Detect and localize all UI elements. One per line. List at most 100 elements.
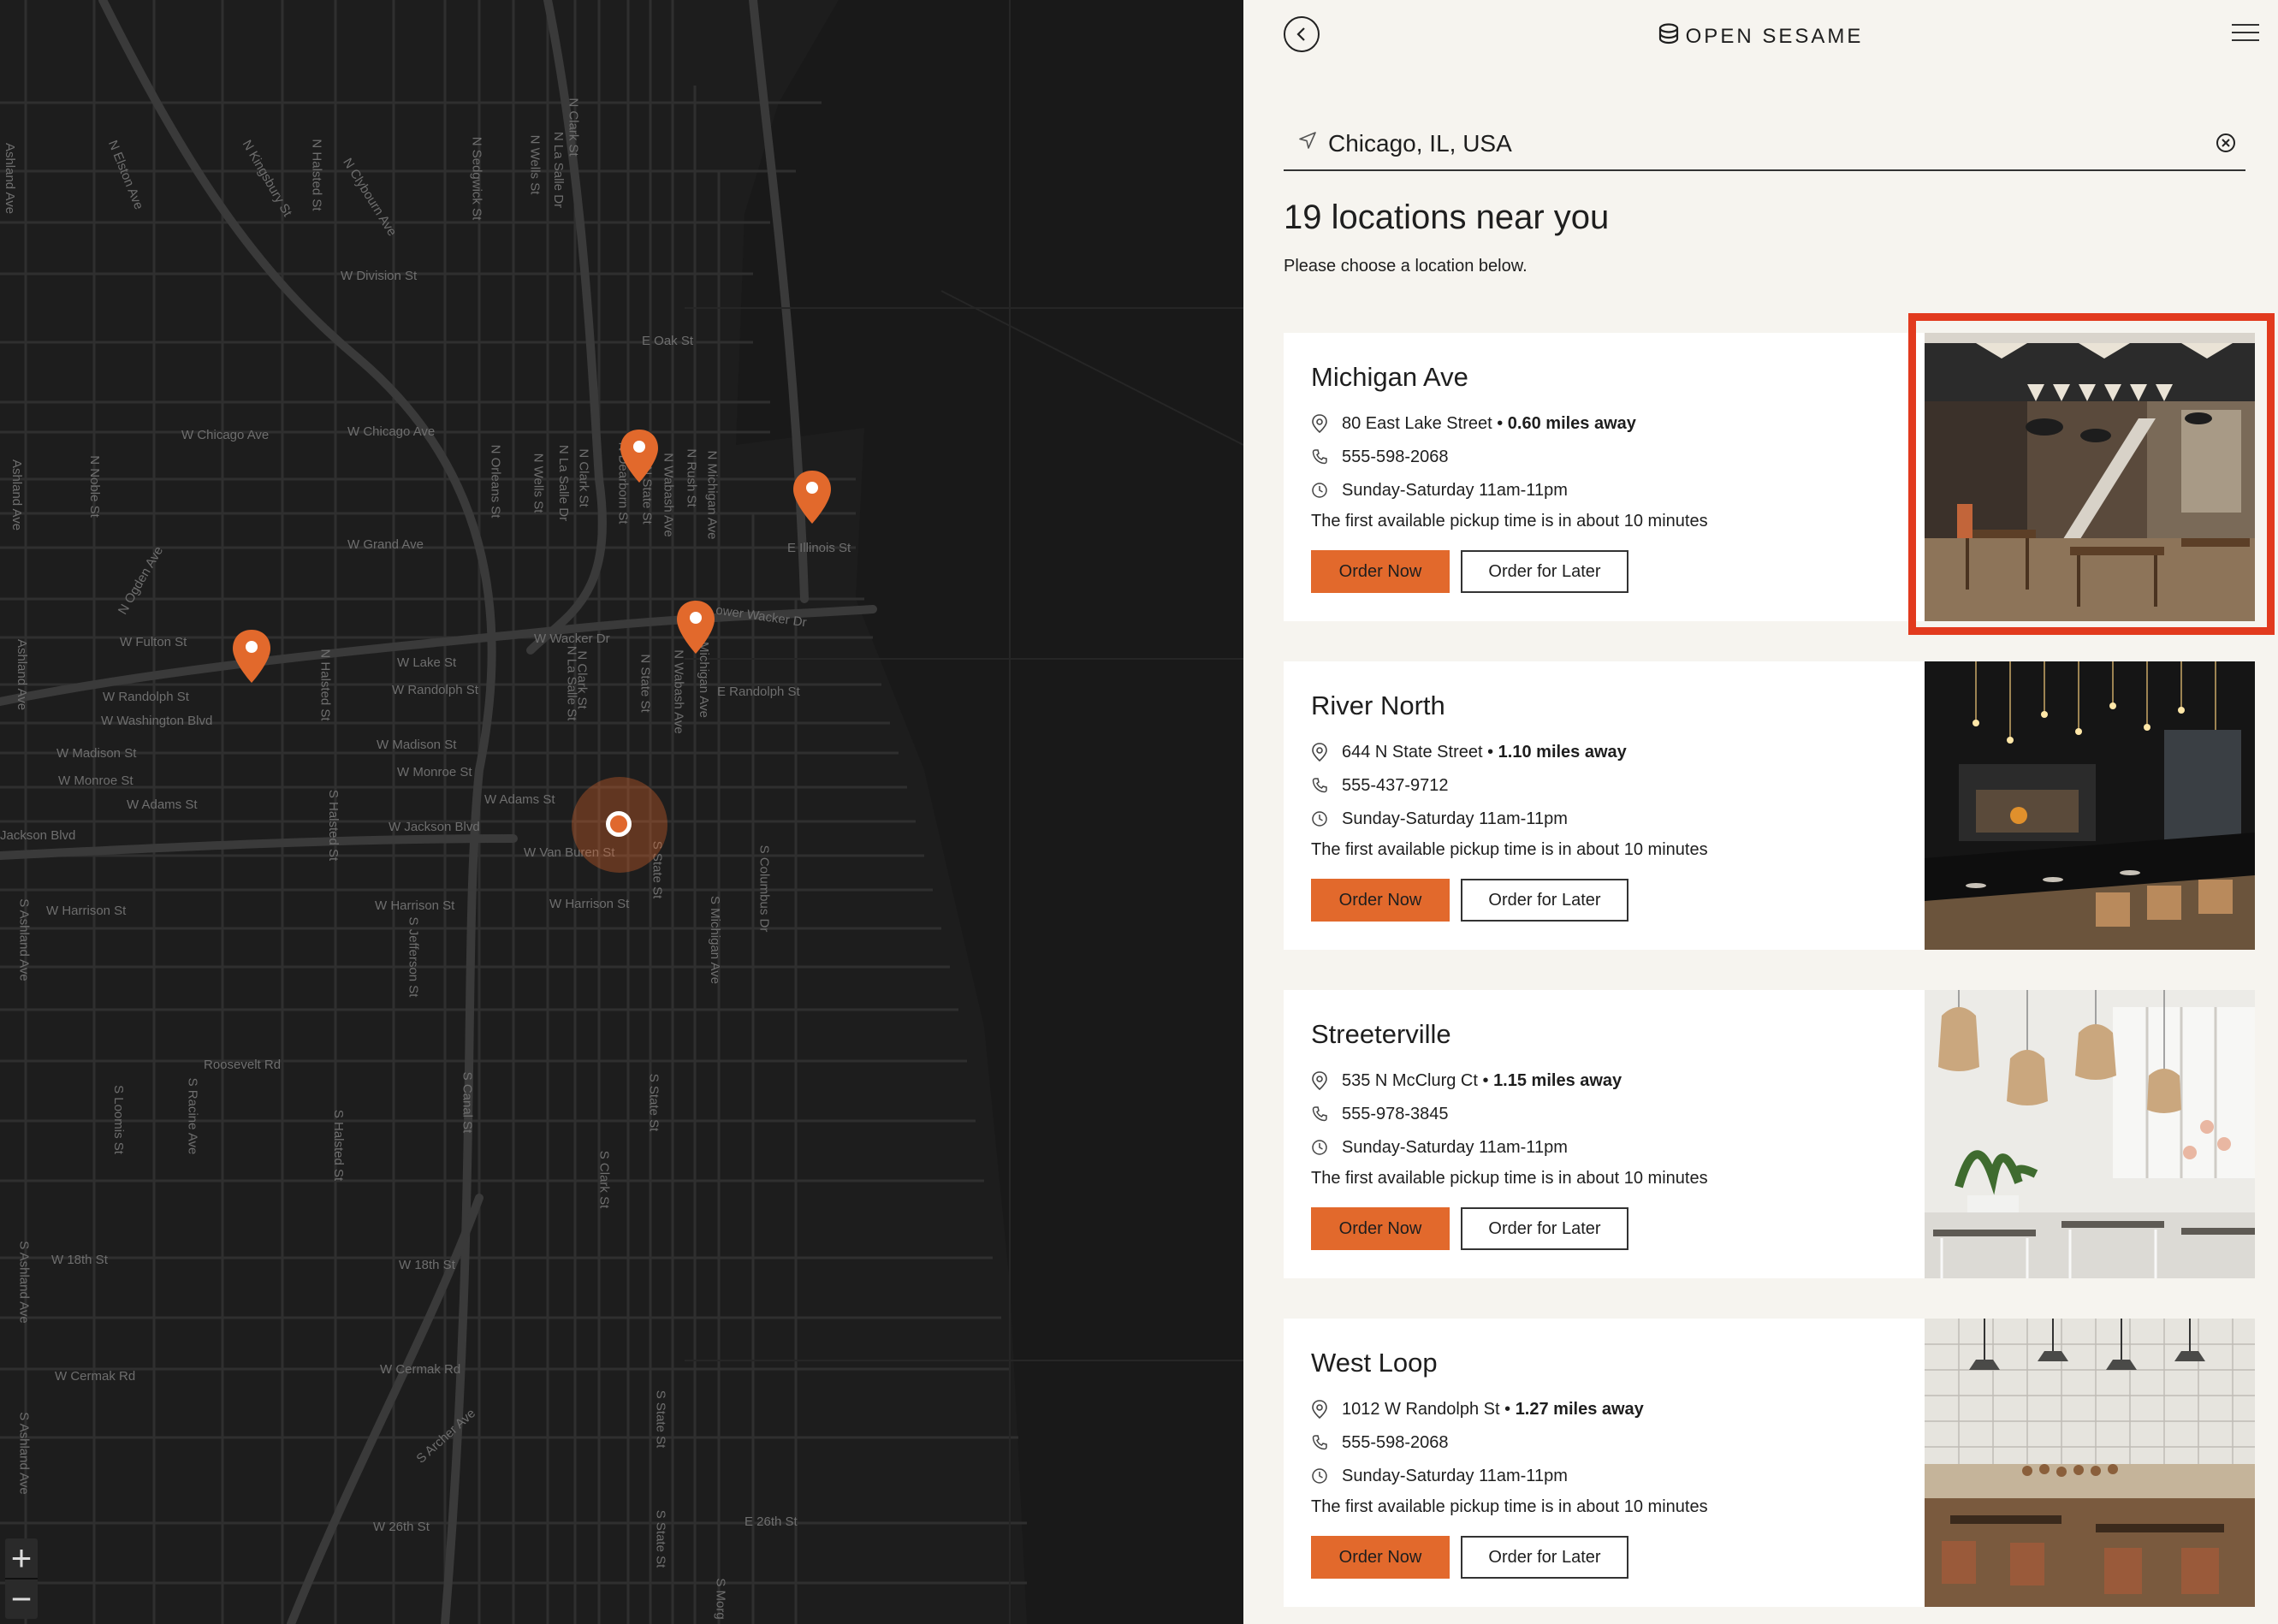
street-label: Ashland Ave: [3, 142, 18, 215]
map-pin-icon: [1312, 1400, 1327, 1419]
street-label: S Ashland Ave: [16, 1241, 32, 1324]
order-later-button[interactable]: Order for Later: [1461, 550, 1628, 593]
street-label: W Harrison St: [549, 897, 630, 911]
phone-icon: [1312, 1106, 1327, 1122]
street-label: W Randolph St: [392, 683, 478, 697]
map-pin-icon: [677, 601, 715, 654]
restaurant-interior-image: [1925, 333, 2255, 621]
hours-row: Sunday-Saturday 11am-11pm: [1311, 808, 1568, 830]
street-label: W Fulton St: [120, 635, 187, 649]
street-label: N Clark St: [566, 98, 581, 157]
menu-line: [2232, 24, 2259, 26]
locations-panel: OPEN SESAME 19 locations near you Please…: [1243, 0, 2278, 1624]
phone-icon: [1312, 1435, 1327, 1450]
location-search-input[interactable]: [1328, 127, 2184, 161]
order-now-button[interactable]: Order Now: [1311, 879, 1450, 922]
street-label: S Ashland Ave: [16, 1412, 32, 1495]
street-label: S Jefferson St: [406, 916, 421, 998]
order-now-button[interactable]: Order Now: [1311, 550, 1450, 593]
brand-logo[interactable]: OPEN SESAME: [1243, 23, 2278, 49]
street-label: W Madison St: [56, 746, 137, 761]
street-label: S Halsted St: [331, 1109, 347, 1182]
order-later-button[interactable]: Order for Later: [1461, 1207, 1628, 1250]
street-label: W Chicago Ave: [181, 428, 270, 442]
street-label: W 26th St: [373, 1520, 430, 1534]
street-label: W Jackson Blvd: [389, 820, 480, 834]
clear-search-icon[interactable]: [2215, 132, 2237, 154]
street-label: S Loomis St: [110, 1085, 126, 1154]
location-name: Streeterville: [1311, 1019, 1451, 1049]
map-view[interactable]: W Division St E Oak St W Chicago Ave W C…: [0, 0, 1243, 1624]
location-hours: Sunday-Saturday 11am-11pm: [1342, 1466, 1568, 1485]
street-label: S Canal St: [460, 1071, 475, 1134]
location-photo[interactable]: [1925, 333, 2255, 621]
street-label: W Monroe St: [58, 773, 133, 788]
street-label: W Wacker Dr: [534, 631, 610, 646]
location-card[interactable]: Michigan Ave 80 East Lake Street • 0.60 …: [1284, 333, 2255, 621]
clock-icon: [1312, 1140, 1327, 1155]
street-label: S Clark St: [596, 1150, 612, 1209]
street-label: S Morg: [713, 1578, 728, 1620]
location-phone: 555-437-9712: [1342, 775, 1449, 795]
location-address: 535 N McClurg Ct: [1342, 1070, 1478, 1090]
location-card[interactable]: West Loop 1012 W Randolph St • 1.27 mile…: [1284, 1319, 2255, 1607]
order-later-button[interactable]: Order for Later: [1461, 879, 1628, 922]
street-label: N Clark St: [576, 448, 591, 507]
street-label: N Wabash Ave: [671, 649, 686, 734]
order-now-button[interactable]: Order Now: [1311, 1207, 1450, 1250]
location-card[interactable]: River North 644 N State Street • 1.10 mi…: [1284, 661, 2255, 950]
location-pin-river-north[interactable]: [619, 428, 660, 484]
street-label: E Randolph St: [717, 685, 800, 699]
street-label: Ashland Ave: [9, 459, 25, 531]
location-phone: 555-598-2068: [1342, 1432, 1449, 1452]
sesame-logo-icon: [1658, 23, 1678, 44]
brand-name: OPEN SESAME: [1685, 25, 1864, 48]
street-label: S Michigan Ave: [708, 895, 723, 985]
street-label: E Oak St: [642, 334, 694, 348]
location-pin-west-loop[interactable]: [231, 628, 272, 685]
hours-row: Sunday-Saturday 11am-11pm: [1311, 1465, 1568, 1487]
restaurant-interior-image: [1925, 1319, 2255, 1607]
map-pin-icon: [793, 471, 831, 524]
navigation-arrow-icon: [1299, 132, 1316, 149]
street-label: N Wells St: [527, 134, 543, 195]
zoom-out-button[interactable]: −: [5, 1580, 38, 1619]
street-label: N La Salle Dr: [551, 131, 567, 209]
location-card[interactable]: Streeterville 535 N McClurg Ct • 1.15 mi…: [1284, 990, 2255, 1278]
address-row: 80 East Lake Street • 0.60 miles away: [1311, 412, 1636, 435]
street-label: W Grand Ave: [347, 537, 424, 552]
street-label: N Wells St: [531, 453, 546, 513]
location-pin-streeterville[interactable]: [792, 469, 833, 525]
current-location-dot: [606, 811, 632, 837]
location-photo[interactable]: [1925, 990, 2255, 1278]
address-row: 535 N McClurg Ct • 1.15 miles away: [1311, 1070, 1622, 1092]
street-label: W Cermak Rd: [55, 1369, 136, 1384]
map-pin-icon: [1312, 414, 1327, 433]
street-label: S State St: [653, 1390, 668, 1449]
location-distance: 0.60 miles away: [1507, 413, 1636, 433]
street-label: S Columbus Dr: [756, 845, 772, 933]
street-label: S Racine Ave: [185, 1077, 200, 1155]
street-label: W Washington Blvd: [101, 714, 213, 728]
location-address: 1012 W Randolph St: [1342, 1399, 1500, 1419]
street-label: N Clark St: [574, 650, 590, 709]
street-label: Ashland Ave: [15, 638, 30, 711]
location-hours: Sunday-Saturday 11am-11pm: [1342, 1137, 1568, 1157]
location-photo[interactable]: [1925, 1319, 2255, 1607]
street-label: W Chicago Ave: [347, 424, 436, 439]
menu-line: [2232, 32, 2259, 33]
street-label: W Harrison St: [46, 904, 127, 918]
street-label: N State St: [638, 654, 653, 713]
app-root: W Division St E Oak St W Chicago Ave W C…: [0, 0, 2278, 1624]
street-label: W 18th St: [51, 1253, 108, 1267]
location-photo[interactable]: [1925, 661, 2255, 950]
zoom-in-button[interactable]: +: [5, 1538, 38, 1578]
street-label: W Harrison St: [375, 898, 455, 913]
location-name: West Loop: [1311, 1348, 1438, 1378]
order-now-button[interactable]: Order Now: [1311, 1536, 1450, 1579]
pickup-time: The first available pickup time is in ab…: [1311, 1169, 1708, 1188]
location-pin-michigan-ave[interactable]: [675, 599, 716, 655]
hamburger-menu-button[interactable]: [2232, 24, 2259, 43]
order-later-button[interactable]: Order for Later: [1461, 1536, 1628, 1579]
restaurant-interior-image: [1925, 990, 2255, 1278]
